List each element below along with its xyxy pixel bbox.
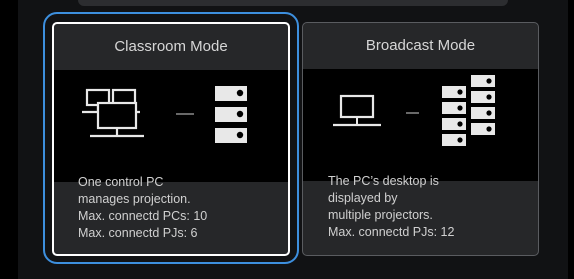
description-line: One control PC bbox=[78, 175, 164, 189]
broadcast-mode-illustration bbox=[303, 69, 538, 181]
single-pc-to-many-projectors-icon bbox=[333, 75, 495, 146]
description-line: multiple projectors. bbox=[328, 208, 433, 222]
description-line: Max. connectd PJs: 12 bbox=[328, 225, 455, 239]
classroom-mode-illustration bbox=[54, 70, 288, 182]
broadcast-mode-description: The PC’s desktop is displayed by multipl… bbox=[328, 173, 530, 241]
broadcast-mode-card[interactable]: Broadcast Mode The PC’s desktop is displ… bbox=[302, 22, 539, 256]
top-panel-edge bbox=[78, 0, 508, 6]
classroom-mode-description: One control PC manages projection. Max. … bbox=[78, 174, 280, 242]
description-line: manages projection. bbox=[78, 192, 191, 206]
broadcast-mode-title: Broadcast Mode bbox=[365, 37, 476, 54]
description-line: Max. connectd PCs: 10 bbox=[78, 209, 208, 223]
description-line: displayed by bbox=[328, 191, 398, 205]
description-line: The PC’s desktop is bbox=[328, 174, 439, 188]
classroom-mode-title: Classroom Mode bbox=[114, 38, 228, 55]
description-line: Max. connectd PJs: 6 bbox=[78, 226, 198, 240]
multi-pc-to-projectors-icon bbox=[82, 86, 247, 143]
classroom-mode-card[interactable]: Classroom Mode One control PC manages pr… bbox=[52, 22, 290, 256]
